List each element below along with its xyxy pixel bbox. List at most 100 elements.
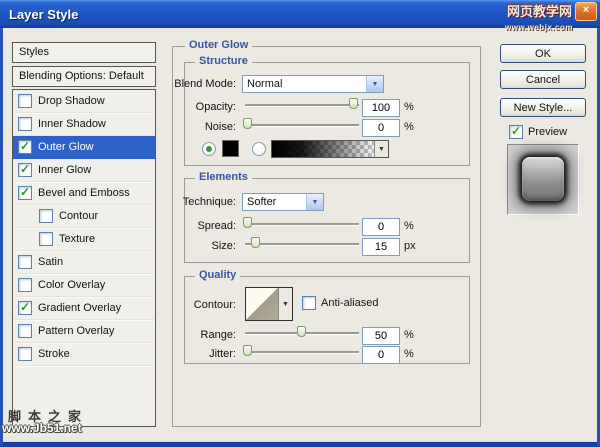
technique-select[interactable]: Softer ▼ (242, 193, 324, 211)
close-icon[interactable]: × (575, 2, 597, 21)
checkbox-icon[interactable] (18, 163, 32, 177)
checkbox-icon[interactable] (18, 347, 32, 361)
jitter-label: Jitter: (209, 348, 236, 360)
gradient-radio[interactable] (252, 142, 266, 156)
structure-group-title: Structure (195, 55, 252, 67)
antialiased-option[interactable]: Anti-aliased (302, 296, 378, 310)
effect-preview (507, 144, 579, 215)
checkbox-icon[interactable] (18, 278, 32, 292)
jitter-slider-thumb[interactable] (243, 345, 252, 356)
spread-unit: % (404, 220, 414, 232)
chevron-down-icon[interactable]: ▼ (278, 288, 292, 320)
cancel-button[interactable]: Cancel (500, 70, 586, 89)
preview-option[interactable]: Preview (509, 125, 567, 139)
sidebar-item-label: Drop Shadow (38, 95, 105, 107)
styles-panel-header: Styles (12, 42, 156, 63)
size-unit: px (404, 240, 416, 252)
sidebar-item-contour[interactable]: Contour (13, 205, 155, 228)
sidebar-item-label: Inner Glow (38, 164, 91, 176)
sidebar-item-texture[interactable]: Texture (13, 228, 155, 251)
spread-slider-thumb[interactable] (243, 217, 252, 228)
size-slider-track[interactable] (245, 243, 359, 246)
noise-slider-thumb[interactable] (243, 118, 252, 129)
checkbox-icon[interactable] (39, 232, 53, 246)
checkbox-icon[interactable] (18, 255, 32, 269)
size-slider-thumb[interactable] (251, 237, 260, 248)
size-slider[interactable] (245, 237, 359, 249)
sidebar-item-label: Outer Glow (38, 141, 94, 153)
checkbox-icon[interactable] (18, 186, 32, 200)
sidebar-item-bevel-and-emboss[interactable]: Bevel and Emboss (13, 182, 155, 205)
range-slider-thumb[interactable] (297, 326, 306, 337)
opacity-slider-track[interactable] (245, 104, 359, 107)
noise-label: Noise: (205, 121, 236, 133)
blend-mode-select[interactable]: Normal ▼ (242, 75, 384, 93)
technique-value: Softer (243, 194, 306, 210)
technique-label: Technique: (183, 196, 236, 208)
sidebar-item-inner-shadow[interactable]: Inner Shadow (13, 113, 155, 136)
noise-slider-track[interactable] (245, 124, 359, 127)
checkbox-icon[interactable] (18, 117, 32, 131)
effect-preview-thumbnail (522, 157, 564, 201)
range-input[interactable] (362, 327, 400, 345)
sidebar-item-label: Inner Shadow (38, 118, 106, 130)
chevron-down-icon[interactable]: ▼ (366, 76, 383, 92)
sidebar-item-stroke[interactable]: Stroke (13, 343, 155, 366)
ok-button[interactable]: OK (500, 44, 586, 63)
sidebar-item-label: Satin (38, 256, 63, 268)
elements-group-title: Elements (195, 171, 252, 183)
opacity-slider-thumb[interactable] (349, 98, 358, 109)
window-title: Layer Style (9, 7, 78, 22)
sidebar-item-color-overlay[interactable]: Color Overlay (13, 274, 155, 297)
sidebar-item-gradient-overlay[interactable]: Gradient Overlay (13, 297, 155, 320)
size-input[interactable] (362, 238, 400, 256)
color-radio[interactable] (202, 142, 216, 156)
sidebar-item-label: Pattern Overlay (38, 325, 114, 337)
sidebar-item-label: Stroke (38, 348, 70, 360)
range-unit: % (404, 329, 414, 341)
sidebar-item-drop-shadow[interactable]: Drop Shadow (13, 90, 155, 113)
noise-input[interactable] (362, 119, 400, 137)
checkbox-icon[interactable] (18, 324, 32, 338)
jitter-slider[interactable] (245, 345, 359, 357)
new-style-button[interactable]: New Style... (500, 98, 586, 117)
watermark-site-name: 网页教学网 (507, 5, 572, 18)
antialiased-checkbox[interactable] (302, 296, 316, 310)
noise-slider[interactable] (245, 118, 359, 130)
range-label: Range: (201, 329, 236, 341)
spread-slider-track[interactable] (245, 223, 359, 226)
jitter-slider-track[interactable] (245, 351, 359, 354)
checkbox-icon[interactable] (39, 209, 53, 223)
checkbox-icon[interactable] (18, 140, 32, 154)
sidebar-item-pattern-overlay[interactable]: Pattern Overlay (13, 320, 155, 343)
sidebar-item-inner-glow[interactable]: Inner Glow (13, 159, 155, 182)
contour-thumbnail[interactable] (246, 288, 278, 320)
spread-slider[interactable] (245, 217, 359, 229)
glow-color-swatch[interactable] (222, 140, 239, 157)
contour-label: Contour: (194, 299, 236, 311)
sidebar-item-outer-glow[interactable]: Outer Glow (13, 136, 155, 159)
size-label: Size: (212, 240, 236, 252)
gradient-picker[interactable]: ▼ (271, 140, 389, 158)
chevron-down-icon[interactable]: ▼ (306, 194, 323, 210)
chevron-down-icon[interactable]: ▼ (374, 141, 388, 157)
jitter-input[interactable] (362, 346, 400, 364)
sidebar-item-satin[interactable]: Satin (13, 251, 155, 274)
opacity-label: Opacity: (196, 101, 236, 113)
blend-mode-label: Blend Mode: (174, 78, 236, 90)
checkbox-icon[interactable] (18, 301, 32, 315)
quality-group: Quality Contour: ▼ Anti-aliased Range: %… (184, 276, 470, 364)
range-slider[interactable] (245, 326, 359, 338)
quality-group-title: Quality (195, 269, 240, 281)
gradient-preview[interactable] (272, 141, 374, 157)
spread-input[interactable] (362, 218, 400, 236)
jitter-unit: % (404, 348, 414, 360)
opacity-input[interactable] (362, 99, 400, 117)
checkbox-icon[interactable] (18, 94, 32, 108)
contour-picker[interactable]: ▼ (245, 287, 293, 321)
elements-group: Elements Technique: Softer ▼ Spread: % S… (184, 178, 470, 263)
sidebar-item-blending-options[interactable]: Blending Options: Default (12, 66, 156, 87)
antialiased-label: Anti-aliased (321, 297, 378, 309)
opacity-slider[interactable] (245, 98, 359, 110)
preview-checkbox[interactable] (509, 125, 523, 139)
